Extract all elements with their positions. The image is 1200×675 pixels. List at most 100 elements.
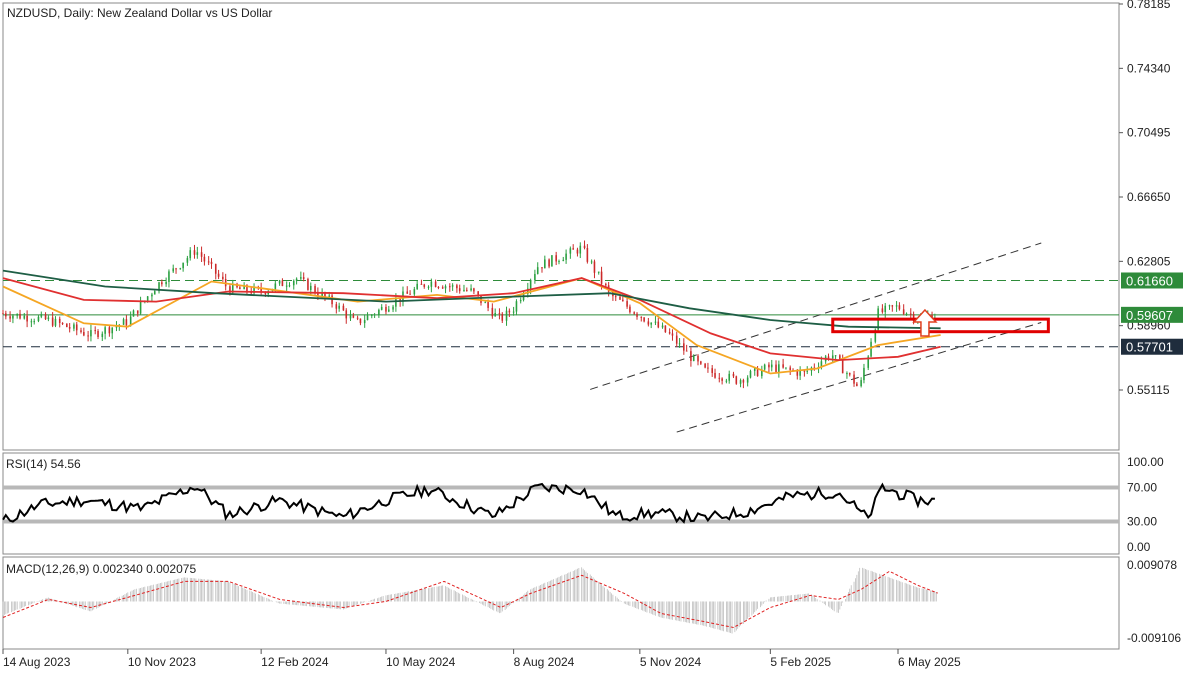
candle-body bbox=[678, 343, 681, 345]
price-panel-frame bbox=[2, 2, 1120, 451]
x-tick-label: 6 May 2025 bbox=[898, 655, 961, 669]
candle-body bbox=[555, 255, 557, 262]
price-tick-label: 0.62805 bbox=[1127, 254, 1171, 268]
candle-body bbox=[97, 331, 99, 337]
candle-body bbox=[725, 380, 728, 382]
candle-body bbox=[721, 378, 723, 381]
candle-body bbox=[40, 314, 43, 317]
candle-body bbox=[746, 377, 749, 383]
candle-body bbox=[629, 306, 631, 313]
macd-title: MACD(12,26,9) 0.002340 0.002075 bbox=[6, 562, 196, 576]
candle-body bbox=[342, 305, 345, 311]
candle-body bbox=[562, 259, 565, 262]
candle-body bbox=[274, 283, 277, 289]
candle-body bbox=[690, 351, 692, 361]
candle-body bbox=[572, 248, 574, 250]
rsi-tick-label: 70.00 bbox=[1127, 481, 1157, 495]
candle-body bbox=[87, 335, 89, 337]
candle-body bbox=[742, 380, 745, 383]
candle-body bbox=[685, 350, 688, 352]
candle-body bbox=[19, 313, 21, 319]
candle-body bbox=[456, 285, 458, 289]
candle-body bbox=[534, 273, 536, 281]
candle-body bbox=[73, 324, 75, 329]
candle-body bbox=[44, 314, 47, 320]
candle-body bbox=[484, 302, 487, 304]
candle-body bbox=[785, 367, 787, 369]
candle-body bbox=[16, 313, 18, 316]
candle-body bbox=[768, 364, 770, 368]
candle-body bbox=[583, 245, 586, 249]
candle-body bbox=[366, 315, 369, 321]
candle bbox=[307, 277, 309, 291]
level-tag-label: 0.61660 bbox=[1126, 273, 1173, 288]
candle-body bbox=[441, 287, 444, 289]
candle-body bbox=[692, 355, 695, 361]
candle-body bbox=[161, 282, 163, 285]
candle-body bbox=[108, 327, 111, 334]
candle-body bbox=[501, 313, 504, 321]
candle bbox=[867, 355, 870, 371]
candle-body bbox=[295, 278, 298, 281]
candle-body bbox=[182, 262, 184, 269]
candle-body bbox=[30, 321, 33, 323]
x-tick-label: 12 Feb 2024 bbox=[261, 655, 329, 669]
candle bbox=[664, 325, 667, 333]
candle-body bbox=[172, 268, 175, 272]
candle-body bbox=[860, 380, 862, 387]
level-tags: 0.61660 0.59607 0.57701 bbox=[1121, 272, 1183, 355]
candle-body bbox=[846, 373, 848, 375]
candle-body bbox=[675, 335, 678, 344]
macd-tick-label: 0.009078 bbox=[1127, 558, 1177, 572]
candle-body bbox=[309, 285, 312, 290]
x-tick-label: 8 Aug 2024 bbox=[514, 655, 575, 669]
x-tick-label: 10 May 2024 bbox=[386, 655, 456, 669]
candle-body bbox=[203, 256, 206, 262]
chart-root: NZDUSD, Daily: New Zealand Dollar vs US … bbox=[2, 0, 1183, 669]
candle-body bbox=[753, 368, 756, 371]
candle-body bbox=[590, 261, 593, 263]
candle-body bbox=[338, 305, 340, 309]
candle-body bbox=[94, 330, 96, 332]
candle-body bbox=[165, 281, 167, 285]
candle-body bbox=[214, 264, 217, 274]
candle-body bbox=[210, 261, 213, 265]
candle-body bbox=[544, 259, 546, 269]
candle-body bbox=[799, 370, 801, 376]
candle bbox=[749, 369, 752, 379]
macd-tick-label: -0.009106 bbox=[1127, 631, 1181, 645]
candle-body bbox=[831, 355, 834, 359]
level-tag-0: 0.61660 bbox=[1121, 272, 1183, 289]
candle bbox=[66, 323, 68, 328]
macd-panel: MACD(12,26,9) 0.002340 0.002075 bbox=[2, 556, 1120, 650]
candle-body bbox=[153, 291, 156, 295]
candle-body bbox=[66, 323, 68, 328]
candle-body bbox=[363, 320, 366, 324]
candle-body bbox=[222, 276, 224, 279]
candle-body bbox=[217, 273, 220, 277]
candle-body bbox=[739, 380, 742, 384]
candle-body bbox=[515, 301, 518, 312]
candle-body bbox=[207, 261, 210, 263]
candle-body bbox=[548, 259, 550, 267]
candle-body bbox=[870, 341, 872, 357]
candle-body bbox=[288, 285, 291, 287]
candle-body bbox=[711, 368, 713, 373]
candle-body bbox=[458, 288, 461, 292]
candle-body bbox=[345, 310, 348, 319]
candle-body bbox=[477, 291, 479, 295]
rsi-panel: RSI(14) 54.56 bbox=[2, 452, 1120, 555]
candle-body bbox=[683, 343, 685, 351]
candle-body bbox=[605, 283, 607, 286]
candle-body bbox=[132, 310, 135, 317]
candle-body bbox=[292, 280, 295, 286]
candle-body bbox=[388, 309, 390, 312]
candle-body bbox=[700, 361, 702, 364]
candle-body bbox=[9, 316, 11, 319]
candle-body bbox=[51, 317, 54, 326]
candle-body bbox=[427, 286, 430, 288]
candle-body bbox=[349, 315, 352, 319]
candle-body bbox=[406, 291, 409, 294]
candle-body bbox=[37, 316, 40, 322]
candle-body bbox=[778, 364, 780, 372]
